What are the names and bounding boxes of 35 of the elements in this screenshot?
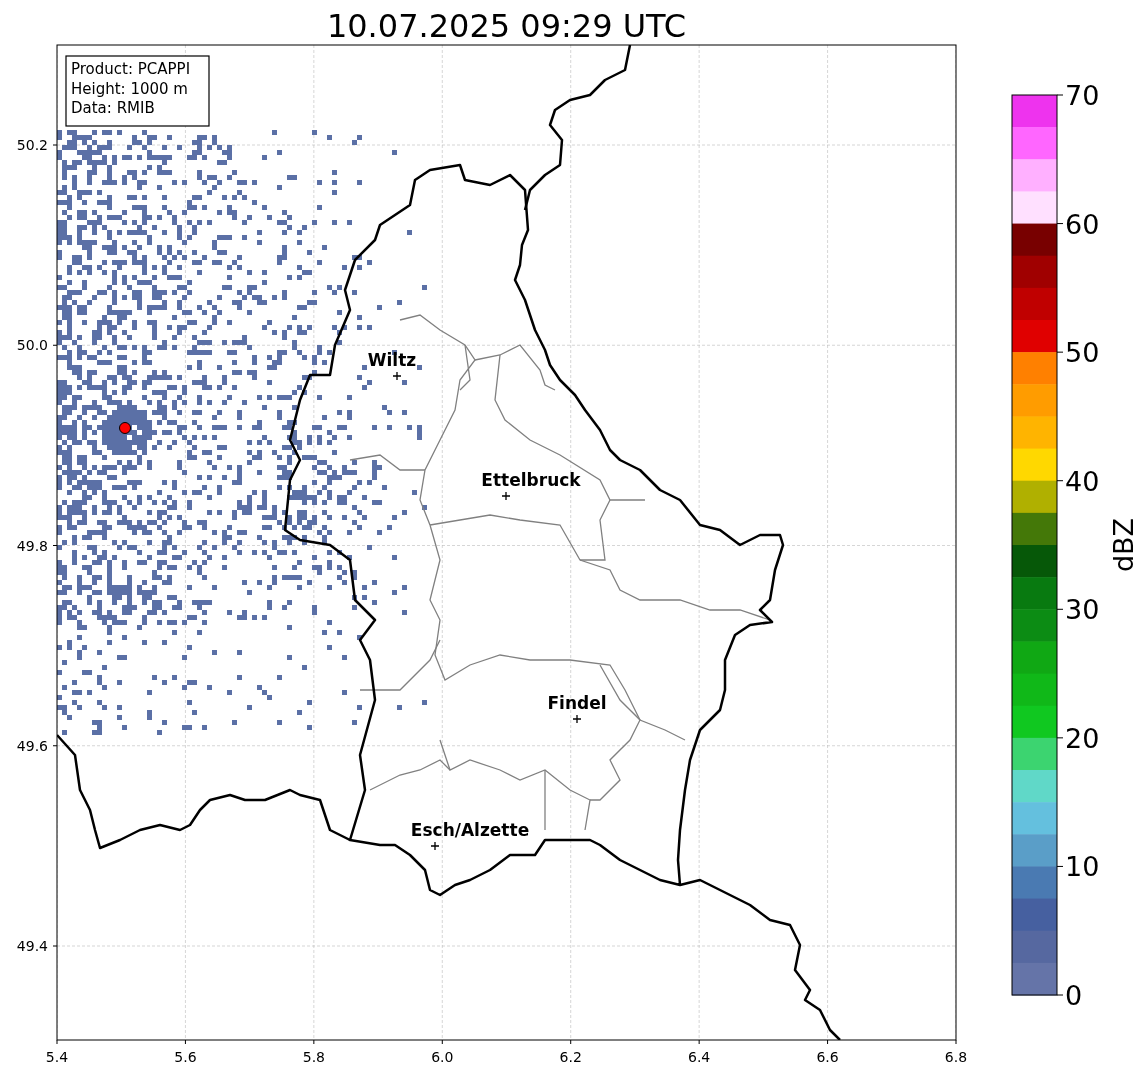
colorbar-tick-label: 10 — [1065, 851, 1100, 883]
axis-tick-label: 50.0 — [16, 337, 48, 354]
axis-tick-label: 6.0 — [431, 1049, 454, 1065]
axis-tick-label: 6.6 — [816, 1049, 839, 1065]
axis-tick-label: 5.8 — [302, 1049, 325, 1065]
axis-tick-label: 6.4 — [688, 1049, 711, 1065]
city-marker-icon — [430, 841, 440, 851]
axis-tick-label: 49.8 — [16, 537, 48, 554]
radar-site-marker — [119, 422, 131, 434]
city-marker-icon — [392, 371, 402, 381]
city-label: Findel — [547, 693, 607, 713]
plot-title: 10.07.2025 09:29 UTC — [326, 7, 687, 45]
axis-tick-label: 6.8 — [944, 1049, 968, 1065]
city-label: Wiltz — [367, 350, 417, 370]
info-text: Data: RMIB — [71, 99, 155, 117]
city-label: Esch/Alzette — [410, 820, 530, 840]
axis-tick-label: 5.4 — [45, 1049, 69, 1065]
axis-tick-label: 5.6 — [174, 1049, 197, 1065]
colorbar-tick-label: 40 — [1065, 465, 1100, 497]
colorbar-tick-label: 50 — [1065, 337, 1100, 369]
axis-tick-label: 50.2 — [16, 137, 48, 153]
colorbar-tick-label: 60 — [1065, 208, 1100, 240]
colorbar-tick-label: 20 — [1065, 722, 1100, 754]
city-label: Ettelbruck — [481, 470, 581, 490]
axis-tick-label: 49.4 — [16, 938, 48, 954]
colorbar-tick-label: 70 — [1065, 80, 1100, 111]
info-text: Height: 1000 m — [71, 79, 188, 98]
colorbar-tick-label: 30 — [1065, 594, 1100, 626]
colorbar-tick-label: 0 — [1065, 980, 1083, 1011]
axis-tick-label: 6.2 — [559, 1049, 582, 1065]
city-marker-icon — [501, 491, 511, 501]
info-text: Product: PCAPPI — [71, 60, 191, 78]
city-marker-icon — [572, 714, 582, 724]
axis-tick-label: 49.6 — [16, 737, 48, 754]
colorbar-label: dBZ — [1108, 517, 1139, 573]
